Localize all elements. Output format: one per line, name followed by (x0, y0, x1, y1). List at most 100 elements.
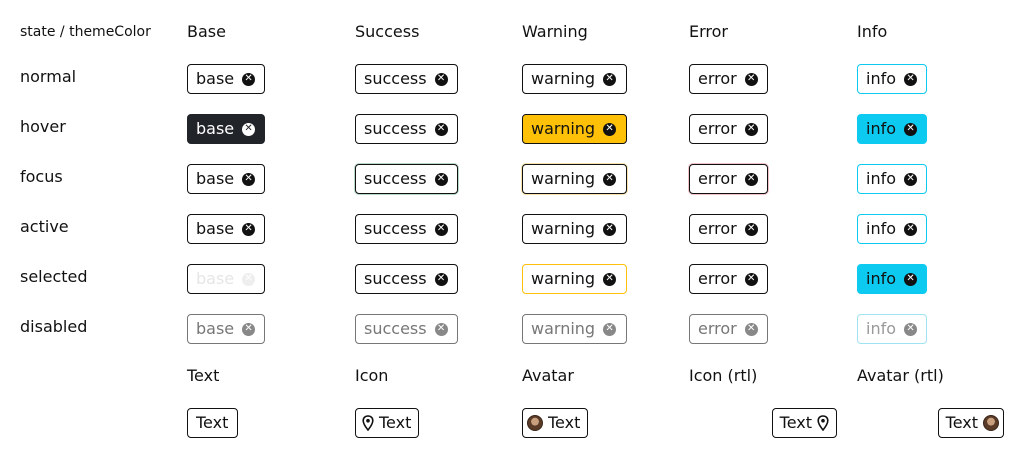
clear-icon[interactable]: ✕ (904, 172, 917, 186)
chip-base-selected[interactable]: base ✕ (187, 264, 265, 294)
chip-text-variant[interactable]: Text (187, 408, 238, 438)
clear-icon[interactable]: ✕ (603, 272, 617, 286)
chip-label: base (196, 69, 235, 88)
clear-icon[interactable]: ✕ (434, 222, 448, 236)
col-header-info: Info (857, 22, 888, 41)
chip-icon-variant[interactable]: Text (355, 408, 419, 438)
chip-label: error (698, 219, 737, 238)
chip-success-focus[interactable]: success ✕ (355, 164, 458, 194)
chip-label: base (196, 169, 235, 188)
chip-label: error (698, 169, 737, 188)
chip-info-normal[interactable]: info ✕ (857, 64, 927, 94)
clear-icon[interactable]: ✕ (904, 222, 917, 236)
chip-info-selected[interactable]: info ✕ (857, 264, 927, 294)
row-label-focus: focus (20, 167, 63, 186)
clear-icon[interactable]: ✕ (434, 172, 448, 186)
clear-icon[interactable]: ✕ (242, 272, 255, 286)
chip-success-selected[interactable]: success ✕ (355, 264, 458, 294)
chip-info-hover[interactable]: info ✕ (857, 114, 927, 144)
clear-icon[interactable]: ✕ (904, 272, 917, 286)
chip-label: Text (196, 413, 229, 432)
clear-icon[interactable]: ✕ (744, 272, 758, 286)
row-label-selected: selected (20, 267, 88, 286)
chip-label: base (196, 269, 235, 288)
clear-icon[interactable]: ✕ (744, 72, 758, 86)
col-header-base: Base (187, 22, 226, 41)
row-label-hover: hover (20, 117, 66, 136)
chip-info-active[interactable]: info ✕ (857, 214, 927, 244)
row-label-active: active (20, 217, 69, 236)
chip-label: info (866, 69, 897, 88)
clear-icon: ✕ (603, 322, 617, 336)
chip-label: Text (779, 413, 812, 432)
clear-icon[interactable]: ✕ (603, 72, 617, 86)
chip-success-disabled: success ✕ (355, 314, 458, 344)
clear-icon[interactable]: ✕ (242, 122, 255, 136)
chip-error-focus[interactable]: error ✕ (689, 164, 768, 194)
chip-icon-rtl-variant[interactable]: Text (772, 408, 837, 438)
chip-label: warning (531, 269, 596, 288)
chip-label: error (698, 69, 737, 88)
chip-error-selected[interactable]: error ✕ (689, 264, 768, 294)
location-pin-icon (362, 415, 374, 431)
clear-icon: ✕ (434, 322, 448, 336)
chip-info-focus[interactable]: info ✕ (857, 164, 927, 194)
chip-label: warning (531, 69, 596, 88)
clear-icon[interactable]: ✕ (434, 122, 448, 136)
chip-label: info (866, 169, 897, 188)
chip-success-normal[interactable]: success ✕ (355, 64, 458, 94)
chip-error-normal[interactable]: error ✕ (689, 64, 768, 94)
clear-icon[interactable]: ✕ (744, 172, 758, 186)
clear-icon[interactable]: ✕ (744, 122, 758, 136)
clear-icon[interactable]: ✕ (904, 72, 917, 86)
clear-icon[interactable]: ✕ (434, 272, 448, 286)
clear-icon[interactable]: ✕ (603, 222, 617, 236)
clear-icon[interactable]: ✕ (603, 122, 617, 136)
chip-warning-focus[interactable]: warning ✕ (522, 164, 627, 194)
chip-label: info (866, 269, 897, 288)
variant-header-avatar-rtl: Avatar (rtl) (857, 366, 944, 385)
clear-icon[interactable]: ✕ (242, 222, 255, 236)
clear-icon[interactable]: ✕ (744, 222, 758, 236)
clear-icon[interactable]: ✕ (242, 72, 255, 86)
chip-label: Text (548, 413, 581, 432)
chip-error-active[interactable]: error ✕ (689, 214, 768, 244)
chip-base-active[interactable]: base ✕ (187, 214, 265, 244)
chip-label: error (698, 119, 737, 138)
chip-label: success (364, 169, 427, 188)
chip-avatar-variant[interactable]: Text (522, 408, 588, 438)
chip-label: success (364, 269, 427, 288)
chip-avatar-rtl-variant[interactable]: Text (938, 408, 1004, 438)
clear-icon[interactable]: ✕ (434, 72, 448, 86)
chip-label: success (364, 219, 427, 238)
chip-error-hover[interactable]: error ✕ (689, 114, 768, 144)
chip-label: success (364, 319, 427, 338)
clear-icon[interactable]: ✕ (242, 172, 255, 186)
clear-icon[interactable]: ✕ (603, 172, 617, 186)
chip-base-focus[interactable]: base ✕ (187, 164, 265, 194)
clear-icon[interactable]: ✕ (904, 122, 917, 136)
chip-label: warning (531, 319, 596, 338)
chip-label: Text (945, 413, 978, 432)
col-header-warning: Warning (522, 22, 588, 41)
clear-icon: ✕ (744, 322, 758, 336)
chip-error-disabled: error ✕ (689, 314, 768, 344)
variant-header-avatar: Avatar (522, 366, 574, 385)
chip-warning-normal[interactable]: warning ✕ (522, 64, 627, 94)
chip-success-active[interactable]: success ✕ (355, 214, 458, 244)
chip-warning-selected[interactable]: warning ✕ (522, 264, 627, 294)
chip-success-hover[interactable]: success ✕ (355, 114, 458, 144)
chip-warning-active[interactable]: warning ✕ (522, 214, 627, 244)
chip-label: Text (379, 413, 412, 432)
avatar-image (983, 415, 999, 431)
chip-label: error (698, 319, 737, 338)
chip-base-hover[interactable]: base ✕ (187, 114, 265, 144)
chip-label: base (196, 319, 235, 338)
chip-base-normal[interactable]: base ✕ (187, 64, 265, 94)
location-pin-icon (817, 415, 829, 431)
chip-label: info (866, 119, 897, 138)
chip-warning-hover[interactable]: warning ✕ (522, 114, 627, 144)
variant-header-icon: Icon (355, 366, 389, 385)
chip-base-disabled: base ✕ (187, 314, 265, 344)
chip-warning-disabled: warning ✕ (522, 314, 627, 344)
